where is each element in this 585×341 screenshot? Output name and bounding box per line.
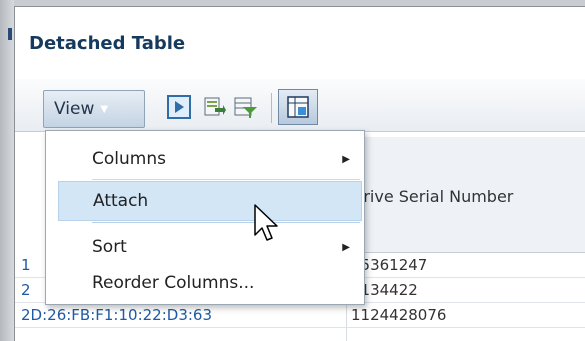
splitter-marker	[8, 28, 12, 40]
mouse-pointer-icon	[254, 204, 278, 241]
filter-icon[interactable]	[233, 95, 257, 119]
column-header-label: Drive Serial Number	[351, 187, 514, 206]
view-menu-button[interactable]: View ▼	[43, 90, 145, 128]
menu-item-reorder-columns[interactable]: Reorder Columns...	[58, 263, 362, 303]
play-icon[interactable]	[167, 95, 191, 119]
table-row[interactable]: 2D:26:FB:F1:10:22:D3:63 1124428076	[15, 303, 585, 328]
chevron-down-icon: ▼	[100, 103, 109, 115]
view-button-label: View	[54, 99, 95, 119]
view-dropdown-menu: Columns ▶ Attach Sort ▶ Reorder Columns.…	[45, 130, 365, 305]
row-cell-serial: 1124428076	[351, 306, 447, 324]
menu-item-sort[interactable]: Sort ▶	[58, 227, 362, 267]
menu-item-label: Columns	[92, 149, 166, 169]
menu-item-label: Sort	[92, 237, 127, 257]
menu-item-label: Attach	[93, 191, 149, 211]
menu-separator	[92, 179, 360, 180]
toolbar-separator	[271, 93, 272, 123]
submenu-arrow-icon: ▶	[342, 241, 350, 253]
export-icon[interactable]	[202, 95, 226, 119]
menu-item-label: Reorder Columns...	[92, 273, 255, 293]
menu-item-attach[interactable]: Attach	[58, 181, 362, 221]
detached-table-panel: Detached Table View ▼ Drive Serial Numbe…	[14, 6, 585, 341]
menu-separator	[92, 222, 360, 223]
menu-item-columns[interactable]: Columns ▶	[58, 139, 362, 179]
freeze-icon[interactable]	[278, 89, 318, 125]
row-cell-id[interactable]: 2D:26:FB:F1:10:22:D3:63	[21, 306, 361, 324]
submenu-arrow-icon: ▶	[342, 153, 350, 165]
left-edge-strip	[0, 0, 14, 341]
panel-title: Detached Table	[29, 33, 186, 54]
